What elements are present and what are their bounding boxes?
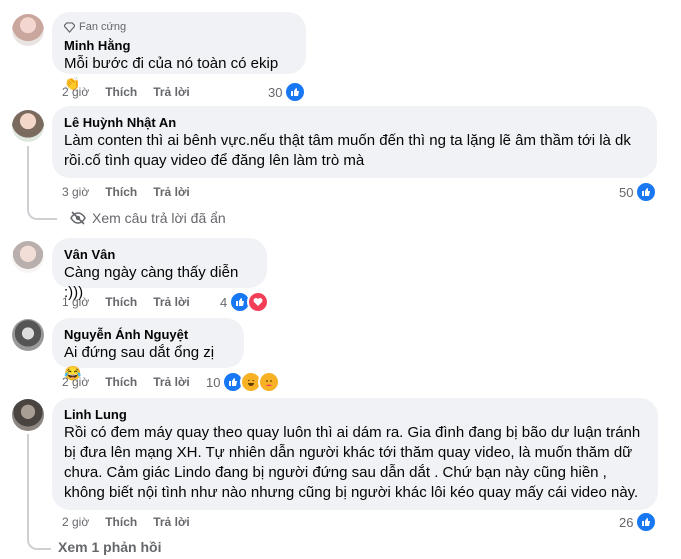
comment-bubble: Vân Vân Càng ngày càng thấy diễn :)))	[52, 238, 267, 301]
avatar[interactable]	[12, 14, 44, 46]
reply-button[interactable]: Trả lời	[153, 294, 190, 310]
comment-time[interactable]: 2 giờ	[62, 84, 89, 100]
comment-bubble: Nguyễn Ánh Nguyệt Ai đứng sau dắt ổng zị…	[52, 318, 244, 381]
like-button[interactable]: Thích	[105, 294, 137, 310]
reply-button[interactable]: Trả lời	[153, 84, 190, 100]
badge-label: Fan cứng	[79, 21, 127, 33]
comment-actions: 3 giờ Thích Trả lời	[62, 184, 190, 200]
avatar[interactable]	[12, 241, 44, 273]
diamond-icon	[64, 22, 75, 33]
eye-slash-icon	[70, 211, 86, 225]
comment-author[interactable]: Minh Hằng	[64, 37, 294, 54]
comment-author[interactable]: Vân Vân	[64, 246, 255, 263]
like-button[interactable]: Thích	[105, 84, 137, 100]
heart-icon	[247, 291, 270, 313]
reply-thread-line	[27, 434, 51, 550]
comment-author[interactable]: Nguyễn Ánh Nguyệt	[64, 326, 232, 343]
like-icon	[635, 181, 658, 203]
comment-text: Làm conten thì ai bênh vực.nếu thật tâm …	[64, 132, 631, 169]
reaction-count: 30	[268, 84, 283, 100]
comment-time[interactable]: 2 giờ	[62, 374, 89, 390]
reaction-summary[interactable]: 50	[619, 181, 658, 203]
comment-author[interactable]: Linh Lung	[64, 406, 646, 423]
avatar[interactable]	[12, 110, 44, 142]
comment-text-body: Mỗi bước đi của nó toàn có ekip	[64, 55, 279, 72]
like-button[interactable]: Thích	[105, 374, 137, 390]
comment-bubble: Linh Lung Rồi có đem máy quay theo quay …	[52, 398, 658, 510]
hidden-replies-label[interactable]: Xem câu trả lời đã ẩn	[92, 210, 226, 226]
comment-actions: 2 giờ Thích Trả lời	[62, 374, 190, 390]
avatar[interactable]	[12, 399, 44, 431]
reaction-summary[interactable]: 10	[206, 371, 281, 393]
reaction-summary[interactable]: 30	[268, 81, 307, 103]
comment-text: Rồi có đem máy quay theo quay luôn thì a…	[64, 424, 641, 501]
view-replies-link[interactable]: Xem 1 phản hồi	[58, 539, 161, 555]
comment-text-body: Ai đứng sau dắt ổng zị	[64, 344, 215, 361]
comment-author[interactable]: Lê Huỳnh Nhật An	[64, 114, 645, 131]
comment-actions: 2 giờ Thích Trả lời	[62, 84, 190, 100]
reply-button[interactable]: Trả lời	[153, 184, 190, 200]
like-icon	[284, 81, 307, 103]
like-button[interactable]: Thích	[105, 514, 137, 530]
care-icon	[258, 371, 281, 393]
reaction-count: 10	[206, 374, 221, 390]
reaction-count: 26	[619, 514, 634, 530]
comment-bubble: Fan cứng Minh Hằng Mỗi bước đi của nó to…	[52, 12, 306, 91]
view-replies-label[interactable]: Xem 1 phản hồi	[58, 539, 161, 555]
reply-button[interactable]: Trả lời	[153, 514, 190, 530]
avatar[interactable]	[12, 319, 44, 351]
reaction-summary[interactable]: 26	[619, 511, 658, 533]
like-icon	[635, 511, 658, 533]
reply-button[interactable]: Trả lời	[153, 374, 190, 390]
comment-time[interactable]: 1 giờ	[62, 294, 89, 310]
hidden-replies-link[interactable]: Xem câu trả lời đã ẩn	[70, 210, 226, 226]
reaction-count: 4	[220, 294, 228, 310]
comment-time[interactable]: 3 giờ	[62, 184, 89, 200]
reaction-count: 50	[619, 184, 634, 200]
reaction-summary[interactable]: 4	[220, 291, 270, 313]
comment-bubble: Lê Huỳnh Nhật An Làm conten thì ai bênh …	[52, 106, 657, 178]
reply-thread-line	[27, 146, 57, 220]
comment-time[interactable]: 2 giờ	[62, 514, 89, 530]
like-button[interactable]: Thích	[105, 184, 137, 200]
comment-actions: 1 giờ Thích Trả lời	[62, 294, 190, 310]
fan-badge: Fan cứng	[64, 20, 294, 35]
comment-actions: 2 giờ Thích Trả lời	[62, 514, 190, 530]
